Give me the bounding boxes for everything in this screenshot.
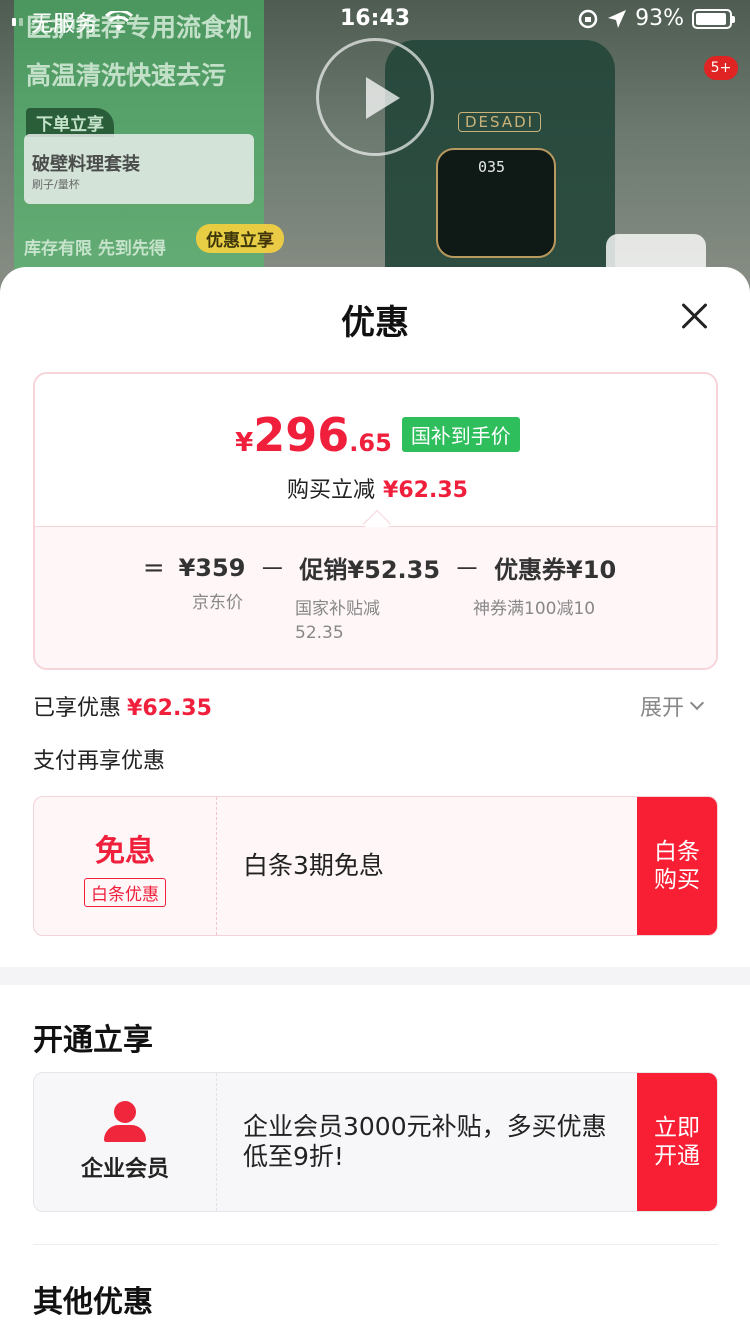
pay-section-title: 支付再享优惠 — [33, 749, 166, 774]
discount-sheet: 优惠 ¥ 296 .65 国补到手价 购买立减 ¥62.35 = ¥359 － 促… — [0, 267, 750, 1334]
device-display: 035 — [478, 158, 506, 176]
kit-title: 破壁料理套装 — [32, 154, 140, 175]
applied-label: 已享优惠 — [33, 696, 122, 721]
status-right: 93% — [577, 6, 735, 31]
membership-offer-card: 企业会员 企业会员3000元补贴，多买优惠低至9折! 立即开通 — [33, 1072, 718, 1212]
device-brand: DESADI — [458, 112, 542, 132]
promo-subline: 高温清洗快速去污 — [26, 61, 227, 90]
applied-value: ¥62.35 — [127, 696, 212, 721]
price-formula: = ¥359 － 促销¥52.35 － 优惠券¥10 — [35, 549, 716, 586]
equals-sign: = — [142, 552, 165, 583]
membership-section-title: 开通立享 — [33, 1023, 153, 1058]
battery-percent: 93% — [635, 6, 684, 31]
status-bar: 无服务 16:43 93% — [0, 0, 750, 40]
play-video-button[interactable] — [316, 38, 434, 156]
instant-discount: 购买立减 ¥62.35 — [35, 472, 716, 504]
rotation-lock-icon — [578, 9, 598, 28]
price-decimal: .65 — [349, 429, 392, 457]
coupon-discount: 优惠券¥10 — [494, 556, 617, 584]
final-price: ¥ 296 .65 国补到手价 — [35, 408, 716, 462]
subsidy-price-tag: 国补到手价 — [401, 417, 520, 452]
baitiao-offer-desc: 白条3期免息 — [243, 851, 384, 880]
promo-tag: 下单立享 — [26, 108, 114, 137]
sheet-title: 优惠 — [341, 303, 409, 343]
expand-button[interactable]: 展开 — [640, 690, 705, 722]
offer-pill: 优惠立享 — [196, 224, 284, 253]
notification-badge: 5+ — [704, 56, 738, 80]
product-banner: 医护推荐专用流食机 高温清洗快速去污 下单立享 破壁料理套装 刷子/量杯 库存有… — [0, 0, 750, 300]
baitiao-tag: 白条优惠 — [84, 877, 166, 907]
price-integer: 296 — [253, 408, 350, 462]
coupon-label: 神券满100减10 — [473, 599, 596, 619]
membership-desc: 企业会员3000元补贴，多买优惠低至9折! — [243, 1112, 607, 1171]
stock-notice: 库存有限 先到先得 — [24, 239, 166, 259]
final-price-area: ¥ 296 .65 国补到手价 购买立减 ¥62.35 — [35, 374, 716, 539]
baitiao-offer-badge: 免息 白条优惠 — [34, 797, 217, 935]
baitiao-offer-card: 免息 白条优惠 白条3期免息 白条购买 — [33, 796, 718, 936]
jd-price: ¥359 — [178, 553, 246, 582]
close-button[interactable] — [674, 297, 714, 337]
section-separator — [0, 967, 750, 985]
price-currency: ¥ — [235, 428, 254, 458]
minus-sign: － — [454, 555, 481, 585]
instant-discount-label: 购买立减 — [287, 478, 376, 503]
price-breakdown-card: ¥ 296 .65 国补到手价 购买立减 ¥62.35 = ¥359 － 促销¥5… — [33, 372, 718, 670]
promo-discount: 促销¥52.35 — [299, 556, 441, 584]
activate-membership-button[interactable]: 立即开通 — [637, 1073, 717, 1211]
promo-label: 国家补贴减52.35 — [295, 599, 380, 643]
baitiao-buy-button[interactable]: 白条购买 — [637, 797, 717, 935]
location-icon — [608, 9, 627, 28]
membership-badge: 企业会员 — [34, 1073, 217, 1211]
interest-free-label: 免息 — [95, 833, 155, 869]
kit-subtitle: 刷子/量杯 — [32, 178, 80, 191]
battery-icon — [692, 8, 735, 29]
chevron-down-icon — [689, 695, 705, 711]
other-section-title: 其他优惠 — [33, 1285, 153, 1320]
membership-label: 企业会员 — [80, 1157, 169, 1182]
minus-sign: － — [259, 555, 286, 585]
battery-level — [696, 12, 726, 25]
user-icon — [104, 1101, 146, 1143]
instant-discount-value: ¥62.35 — [383, 478, 468, 503]
expand-label: 展开 — [640, 696, 685, 721]
divider — [33, 1244, 718, 1245]
price-formula-area: = ¥359 － 促销¥52.35 － 优惠券¥10 京东价 国家补贴减52.3… — [35, 527, 716, 668]
applied-discount: 已享优惠 ¥62.35 — [33, 690, 212, 722]
jd-price-label: 京东价 — [192, 593, 243, 613]
